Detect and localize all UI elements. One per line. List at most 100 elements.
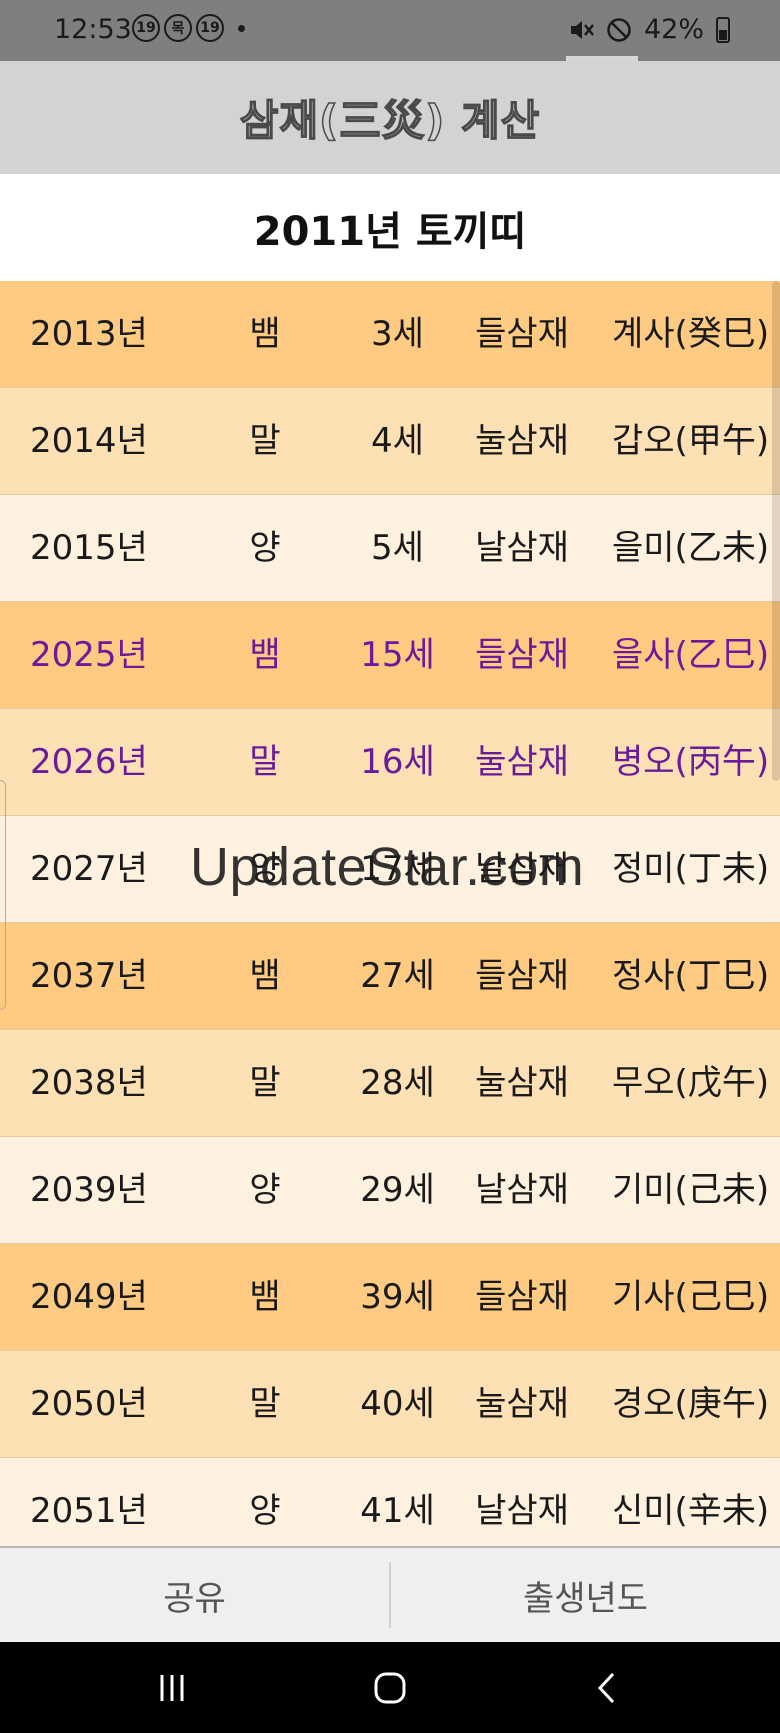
subheader: 2011년 토끼띠 bbox=[0, 174, 780, 281]
cell-age: 41세 bbox=[360, 1491, 435, 1531]
table-row: 2026년 말 16세 눌삼재 병오(丙午) bbox=[0, 709, 780, 816]
cell-year: 2049년 bbox=[30, 1277, 148, 1317]
cell-type: 들삼재 bbox=[475, 956, 569, 996]
status-right: 42% bbox=[568, 14, 730, 45]
app-title: 삼재(三災) 계산 bbox=[239, 95, 541, 146]
cell-ganji: 경오(庚午) bbox=[612, 1384, 770, 1424]
navigation-bar bbox=[0, 1642, 780, 1733]
share-button[interactable]: 공유 bbox=[0, 1548, 389, 1642]
cell-type: 눌삼재 bbox=[475, 421, 569, 461]
cell-animal: 양 bbox=[249, 1170, 281, 1210]
cell-animal: 양 bbox=[249, 528, 281, 568]
cell-year: 2050년 bbox=[30, 1384, 148, 1424]
table-row: 2025년 뱀 15세 들삼재 을사(乙巳) bbox=[0, 602, 780, 709]
table-row: 2038년 말 28세 눌삼재 무오(戊午) bbox=[0, 1030, 780, 1137]
cell-year: 2037년 bbox=[30, 956, 148, 996]
app-bar: 삼재(三災) 계산 bbox=[0, 61, 780, 174]
cell-year: 2025년 bbox=[30, 635, 148, 675]
cell-type: 날삼재 bbox=[475, 849, 569, 889]
cell-ganji: 정사(丁巳) bbox=[612, 956, 770, 996]
cell-age: 15세 bbox=[360, 635, 435, 675]
recent-apps-icon bbox=[160, 1674, 184, 1701]
cell-animal: 양 bbox=[249, 849, 281, 889]
table-row: 2050년 말 40세 눌삼재 경오(庚午) bbox=[0, 1351, 780, 1458]
cell-ganji: 을사(乙巳) bbox=[612, 635, 770, 675]
cell-animal: 양 bbox=[249, 1491, 281, 1531]
status-time: 12:53 bbox=[54, 14, 132, 45]
edge-panel-handle[interactable] bbox=[0, 780, 6, 1010]
cell-year: 2014년 bbox=[30, 421, 148, 461]
cell-year: 2015년 bbox=[30, 528, 148, 568]
table-row: 2037년 뱀 27세 들삼재 정사(丁巳) bbox=[0, 923, 780, 1030]
cell-animal: 뱀 bbox=[249, 1277, 281, 1317]
table-row: 2039년 양 29세 날삼재 기미(己未) bbox=[0, 1137, 780, 1244]
home-button[interactable] bbox=[330, 1642, 450, 1733]
cell-type: 들삼재 bbox=[475, 314, 569, 354]
cell-year: 2026년 bbox=[30, 742, 148, 782]
cell-animal: 말 bbox=[249, 421, 281, 461]
back-button[interactable] bbox=[548, 1642, 668, 1733]
cell-type: 날삼재 bbox=[475, 1491, 569, 1531]
cell-type: 눌삼재 bbox=[475, 1063, 569, 1103]
cell-ganji: 갑오(甲午) bbox=[612, 421, 770, 461]
mute-icon bbox=[570, 20, 594, 39]
back-icon bbox=[597, 1672, 615, 1703]
do-not-disturb-icon bbox=[607, 17, 631, 42]
cell-animal: 뱀 bbox=[249, 956, 281, 996]
cell-ganji: 무오(戊午) bbox=[612, 1063, 770, 1103]
cell-type: 날삼재 bbox=[475, 528, 569, 568]
cell-ganji: 병오(丙午) bbox=[612, 742, 770, 782]
cell-age: 16세 bbox=[360, 742, 435, 782]
cell-type: 들삼재 bbox=[475, 635, 569, 675]
cell-ganji: 기사(己巳) bbox=[612, 1277, 770, 1317]
table-row: 2049년 뱀 39세 들삼재 기사(己巳) bbox=[0, 1244, 780, 1351]
cell-age: 28세 bbox=[360, 1063, 435, 1103]
notification-icons: 19 목 19 bbox=[132, 14, 245, 42]
cell-animal: 말 bbox=[249, 1063, 281, 1103]
table-row: 2051년 양 41세 날삼재 신미(辛未) bbox=[0, 1458, 780, 1546]
samjae-table[interactable]: 2013년 뱀 3세 들삼재 계사(癸巳) 2014년 말 4세 눌삼재 갑오(甲午) 2015년 양… bbox=[0, 281, 780, 1546]
cell-type: 날삼재 bbox=[475, 1170, 569, 1210]
cell-animal: 뱀 bbox=[249, 635, 281, 675]
cell-year: 2027년 bbox=[30, 849, 148, 889]
cell-age: 17세 bbox=[360, 849, 435, 889]
cell-age: 4세 bbox=[371, 421, 424, 461]
table-row: 2013년 뱀 3세 들삼재 계사(癸巳) bbox=[0, 281, 780, 388]
battery-icon bbox=[716, 16, 730, 43]
cell-ganji: 계사(癸巳) bbox=[612, 314, 770, 354]
cell-type: 눌삼재 bbox=[475, 1384, 569, 1424]
home-icon bbox=[374, 1672, 406, 1703]
cell-ganji: 정미(丁未) bbox=[612, 849, 770, 889]
table-row: 2027년 양 17세 날삼재 정미(丁未) bbox=[0, 816, 780, 923]
bottom-bar: 공유 출생년도 bbox=[0, 1546, 780, 1642]
scrollbar[interactable] bbox=[772, 281, 780, 781]
table-row: 2014년 말 4세 눌삼재 갑오(甲午) bbox=[0, 388, 780, 495]
cell-animal: 말 bbox=[249, 1384, 281, 1424]
cell-age: 40세 bbox=[360, 1384, 435, 1424]
cell-year: 2039년 bbox=[30, 1170, 148, 1210]
notification-badge-icon: 19 bbox=[132, 14, 160, 42]
cell-age: 27세 bbox=[360, 956, 435, 996]
cell-age: 5세 bbox=[371, 528, 424, 568]
table-row: 2015년 양 5세 날삼재 을미(乙未) bbox=[0, 495, 780, 602]
birth-year-zodiac-title: 2011년 토끼띠 bbox=[253, 208, 527, 255]
cell-animal: 뱀 bbox=[249, 314, 281, 354]
status-bar: 12:53 19 목 19 42% bbox=[0, 0, 780, 61]
more-notifications-dot-icon bbox=[238, 24, 245, 32]
cell-year: 2051년 bbox=[30, 1491, 148, 1531]
birth-year-button[interactable]: 출생년도 bbox=[391, 1548, 780, 1642]
notification-badge-icon: 목 bbox=[164, 14, 192, 42]
notification-badge-icon: 19 bbox=[196, 14, 224, 42]
cell-age: 29세 bbox=[360, 1170, 435, 1210]
cell-type: 눌삼재 bbox=[475, 742, 569, 782]
cell-year: 2038년 bbox=[30, 1063, 148, 1103]
cell-age: 39세 bbox=[360, 1277, 435, 1317]
cell-animal: 말 bbox=[249, 742, 281, 782]
cell-ganji: 기미(己未) bbox=[612, 1170, 770, 1210]
cell-ganji: 을미(乙未) bbox=[612, 528, 770, 568]
cell-age: 3세 bbox=[371, 314, 424, 354]
battery-percent: 42% bbox=[643, 14, 704, 45]
cell-ganji: 신미(辛未) bbox=[612, 1491, 770, 1531]
cell-type: 들삼재 bbox=[475, 1277, 569, 1317]
recent-apps-button[interactable] bbox=[112, 1642, 232, 1733]
